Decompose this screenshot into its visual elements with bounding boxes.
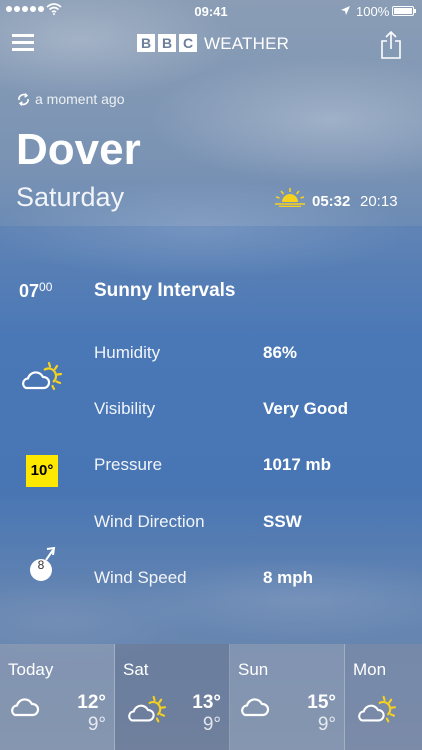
forecast-day-name: Mon [353, 660, 387, 679]
sun-cloud-icon [128, 695, 166, 723]
humidity-value: 86% [263, 343, 298, 362]
pressure-value: 1017 mb [263, 455, 332, 474]
sunset-time: 20:13 [360, 193, 398, 210]
hour-value: 07 [19, 281, 40, 301]
visibility-value: Very Good [263, 399, 349, 418]
forecast-high: 12° [77, 692, 106, 713]
forecast-high: 15° [307, 692, 336, 713]
app-name: WEATHER [204, 34, 290, 53]
minute-value: 00 [39, 280, 53, 294]
pressure-label: Pressure [94, 455, 163, 474]
logo-letter: B [137, 34, 155, 52]
forecast-day-name: Today [8, 660, 54, 679]
battery-icon [392, 6, 416, 16]
temperature-badge: 10° [26, 455, 58, 487]
sunrise-icon [275, 188, 305, 207]
forecast-low: 9° [202, 714, 221, 735]
refresh-icon[interactable] [16, 92, 31, 107]
forecast-low: 9° [317, 714, 336, 735]
wind-speed-label: Wind Speed [94, 568, 187, 587]
forecast-high: 13° [192, 692, 221, 713]
forecast-day-card[interactable]: Mon [345, 644, 422, 750]
day-label: Saturday [16, 182, 125, 212]
forecast-day-name: Sun [238, 660, 269, 679]
status-bar: 09:41 100% [0, 0, 422, 22]
logo-letter: C [179, 34, 197, 52]
location-arrow-icon [341, 6, 350, 15]
cloud-icon [241, 698, 270, 717]
wind-direction-label: Wind Direction [94, 512, 205, 531]
forecast-day-name: Sat [123, 660, 149, 679]
forecast-day-card[interactable]: Sun 15° 9° [230, 644, 345, 750]
last-updated[interactable]: a moment ago [16, 91, 125, 107]
bbc-logo: B B C [137, 34, 197, 52]
sun-cloud-icon [22, 361, 63, 391]
wind-speed-badge: 8 [37, 558, 45, 572]
visibility-label: Visibility [94, 399, 156, 418]
forecast-low: 9° [87, 714, 106, 735]
menu-icon[interactable] [12, 34, 34, 52]
battery-percentage: 100% [356, 4, 390, 19]
wind-speed-value: 8 mph [263, 568, 314, 587]
refresh-text: a moment ago [35, 91, 125, 107]
daily-forecast-strip: Today 12° 9° Sat 13° 9° Sun 15° 9° Mon [0, 644, 422, 750]
cloud-icon [11, 698, 40, 717]
weather-summary: Sunny Intervals [94, 280, 236, 301]
sunrise-time: 05:32 [312, 193, 351, 210]
humidity-label: Humidity [94, 343, 161, 362]
wind-direction-value: SSW [263, 512, 302, 531]
share-icon[interactable] [380, 30, 402, 60]
city-name: Dover [16, 125, 141, 174]
forecast-hour: 0700 [19, 280, 52, 302]
forecast-day-card[interactable]: Today 12° 9° [0, 644, 115, 750]
forecast-day-card[interactable]: Sat 13° 9° [115, 644, 230, 750]
sun-cloud-icon [358, 695, 396, 723]
logo-letter: B [158, 34, 176, 52]
